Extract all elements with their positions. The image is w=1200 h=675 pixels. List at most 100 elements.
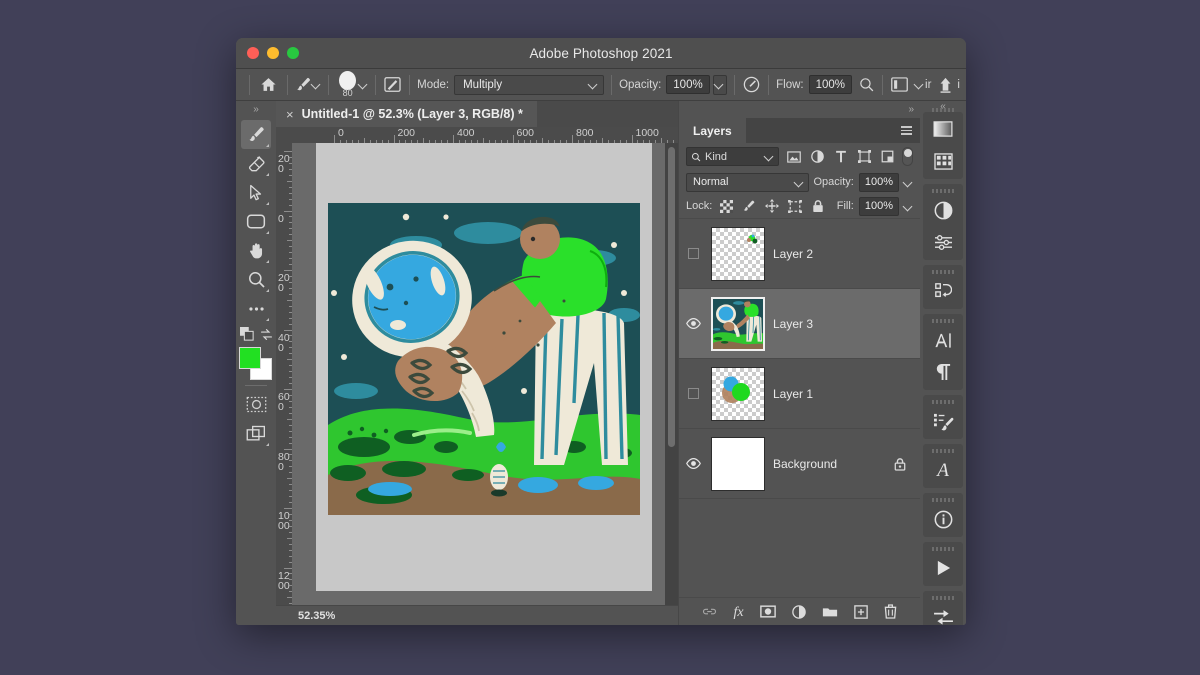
brush-size-preview[interactable]: 80 [336, 71, 359, 98]
lock-image-icon[interactable] [740, 197, 758, 215]
canvas-area[interactable] [292, 143, 665, 605]
more-tools[interactable] [241, 294, 271, 323]
layer-visibility-toggle[interactable] [679, 458, 707, 469]
adjustments-icon[interactable] [925, 194, 961, 226]
layer-thumbnail-cell[interactable] [707, 436, 769, 491]
zoom-tool[interactable] [241, 265, 271, 294]
tab-layers[interactable]: Layers [679, 118, 746, 143]
brush-preset-chevron-down-icon[interactable] [312, 80, 321, 89]
brush-settings-panel-icon[interactable] [925, 405, 961, 437]
patterns-icon[interactable] [925, 145, 961, 177]
layer-visibility-toggle[interactable] [679, 318, 707, 329]
rail-grip[interactable] [932, 319, 954, 323]
rail-grip[interactable] [932, 400, 954, 404]
vertical-ruler[interactable]: 200 0 200 400 600 800 1000 1200 [276, 143, 292, 605]
rail-grip[interactable] [932, 449, 954, 453]
glyphs-icon[interactable]: A [925, 454, 961, 486]
paragraph-icon[interactable] [925, 356, 961, 388]
blend-mode-select[interactable]: Multiply [454, 74, 605, 95]
rail-grip[interactable] [932, 596, 954, 600]
link-layers-icon[interactable] [702, 606, 717, 617]
lock-artboard-icon[interactable] [786, 197, 804, 215]
character-icon[interactable] [925, 324, 961, 356]
horizontal-ruler[interactable]: 0 200 400 600 800 1000 [292, 127, 678, 143]
adjustment-filter-icon[interactable] [808, 147, 827, 166]
rail-grip[interactable] [932, 498, 954, 502]
lock-transparent-icon[interactable] [717, 197, 735, 215]
rail-grip[interactable] [932, 189, 954, 193]
brush-tool[interactable] [241, 120, 271, 149]
table-row[interactable]: Layer 3 [679, 289, 920, 359]
shape-tool[interactable] [241, 207, 271, 236]
layer-visibility-toggle[interactable] [679, 388, 707, 399]
pressure-chevron-down-icon[interactable] [915, 80, 924, 89]
home-icon[interactable] [257, 72, 280, 98]
move-tool[interactable] [241, 178, 271, 207]
layer-mask-icon[interactable] [759, 605, 776, 618]
flow-input[interactable]: 100% [808, 75, 853, 94]
gradients-icon[interactable] [925, 113, 961, 145]
table-row[interactable]: Layer 2 [679, 219, 920, 289]
lock-position-icon[interactable] [763, 197, 781, 215]
layer-fill-chevron-down-icon[interactable] [904, 202, 913, 211]
actions-icon[interactable] [925, 275, 961, 307]
timeline-icon[interactable] [925, 552, 961, 584]
properties-icon[interactable] [925, 226, 961, 258]
layer-name[interactable]: Layer 2 [769, 247, 920, 261]
layer-visibility-toggle[interactable] [679, 248, 707, 259]
layer-thumbnail-cell[interactable] [707, 296, 769, 351]
image-filter-icon[interactable] [784, 147, 803, 166]
layer-thumbnail-cell[interactable] [707, 226, 769, 281]
quick-mask-icon[interactable] [241, 390, 271, 419]
rail-grip[interactable] [932, 547, 954, 551]
opacity-input[interactable]: 100% [666, 75, 710, 94]
panel-menu-icon[interactable] [901, 126, 912, 135]
new-layer-icon[interactable] [853, 604, 868, 619]
smart-object-filter-icon[interactable] [879, 147, 898, 166]
layer-thumbnail-cell[interactable] [707, 366, 769, 421]
foreground-color-swatch[interactable] [239, 347, 261, 369]
layer-filter-kind-select[interactable]: Kind [686, 147, 780, 166]
status-zoom-level[interactable]: 52.35% [298, 610, 335, 622]
filter-toggle-icon[interactable] [902, 147, 913, 166]
layer-name[interactable]: Layer 3 [769, 317, 920, 331]
close-icon[interactable]: × [286, 108, 294, 121]
document-tab[interactable]: × Untitled-1 @ 52.3% (Layer 3, RGB/8) * [276, 101, 537, 127]
tone-curve-icon[interactable] [925, 601, 961, 625]
shape-filter-icon[interactable] [855, 147, 874, 166]
rail-grip[interactable] [932, 270, 954, 274]
new-group-icon[interactable] [822, 605, 838, 618]
toolbar-expand-button[interactable]: » [236, 101, 276, 118]
adjustment-layer-icon[interactable] [791, 604, 806, 619]
default-colors-icon[interactable] [238, 325, 256, 343]
airbrush-icon[interactable] [742, 75, 761, 94]
table-row[interactable]: Layer 1 [679, 359, 920, 429]
opacity-pressure-toggle[interactable] [712, 74, 728, 95]
layer-name[interactable]: Layer 1 [769, 387, 920, 401]
ruler-corner[interactable] [276, 127, 292, 143]
screen-mode-icon[interactable] [241, 419, 271, 448]
canvas-vertical-scrollbar[interactable] [665, 143, 678, 605]
hand-tool[interactable] [241, 236, 271, 265]
panel-expand-button[interactable]: » [679, 101, 920, 118]
eraser-tool[interactable] [241, 149, 271, 178]
rail-grip[interactable] [932, 108, 954, 112]
smoothing-icon[interactable] [858, 76, 875, 93]
brush-settings-icon[interactable] [383, 75, 402, 94]
layer-fill-input[interactable]: 100% [858, 196, 899, 216]
swap-colors-icon[interactable] [258, 325, 274, 343]
lock-all-icon[interactable] [809, 197, 827, 215]
delete-layer-icon[interactable] [884, 604, 897, 619]
scrollbar-thumb[interactable] [668, 147, 675, 447]
text-filter-icon[interactable] [831, 147, 850, 166]
document-canvas[interactable] [316, 143, 652, 591]
info-icon[interactable] [925, 503, 961, 535]
layer-blend-mode-select[interactable]: Normal [686, 172, 809, 192]
brush-panel-chevron-down-icon[interactable] [359, 80, 368, 89]
table-row[interactable]: Background [679, 429, 920, 499]
layer-opacity-chevron-down-icon[interactable] [904, 178, 913, 187]
layer-name[interactable]: Background [769, 457, 894, 471]
tablet-pressure-icon[interactable] [890, 76, 909, 93]
layer-style-icon[interactable]: fx [733, 603, 743, 621]
brush-icon[interactable] [295, 76, 312, 93]
